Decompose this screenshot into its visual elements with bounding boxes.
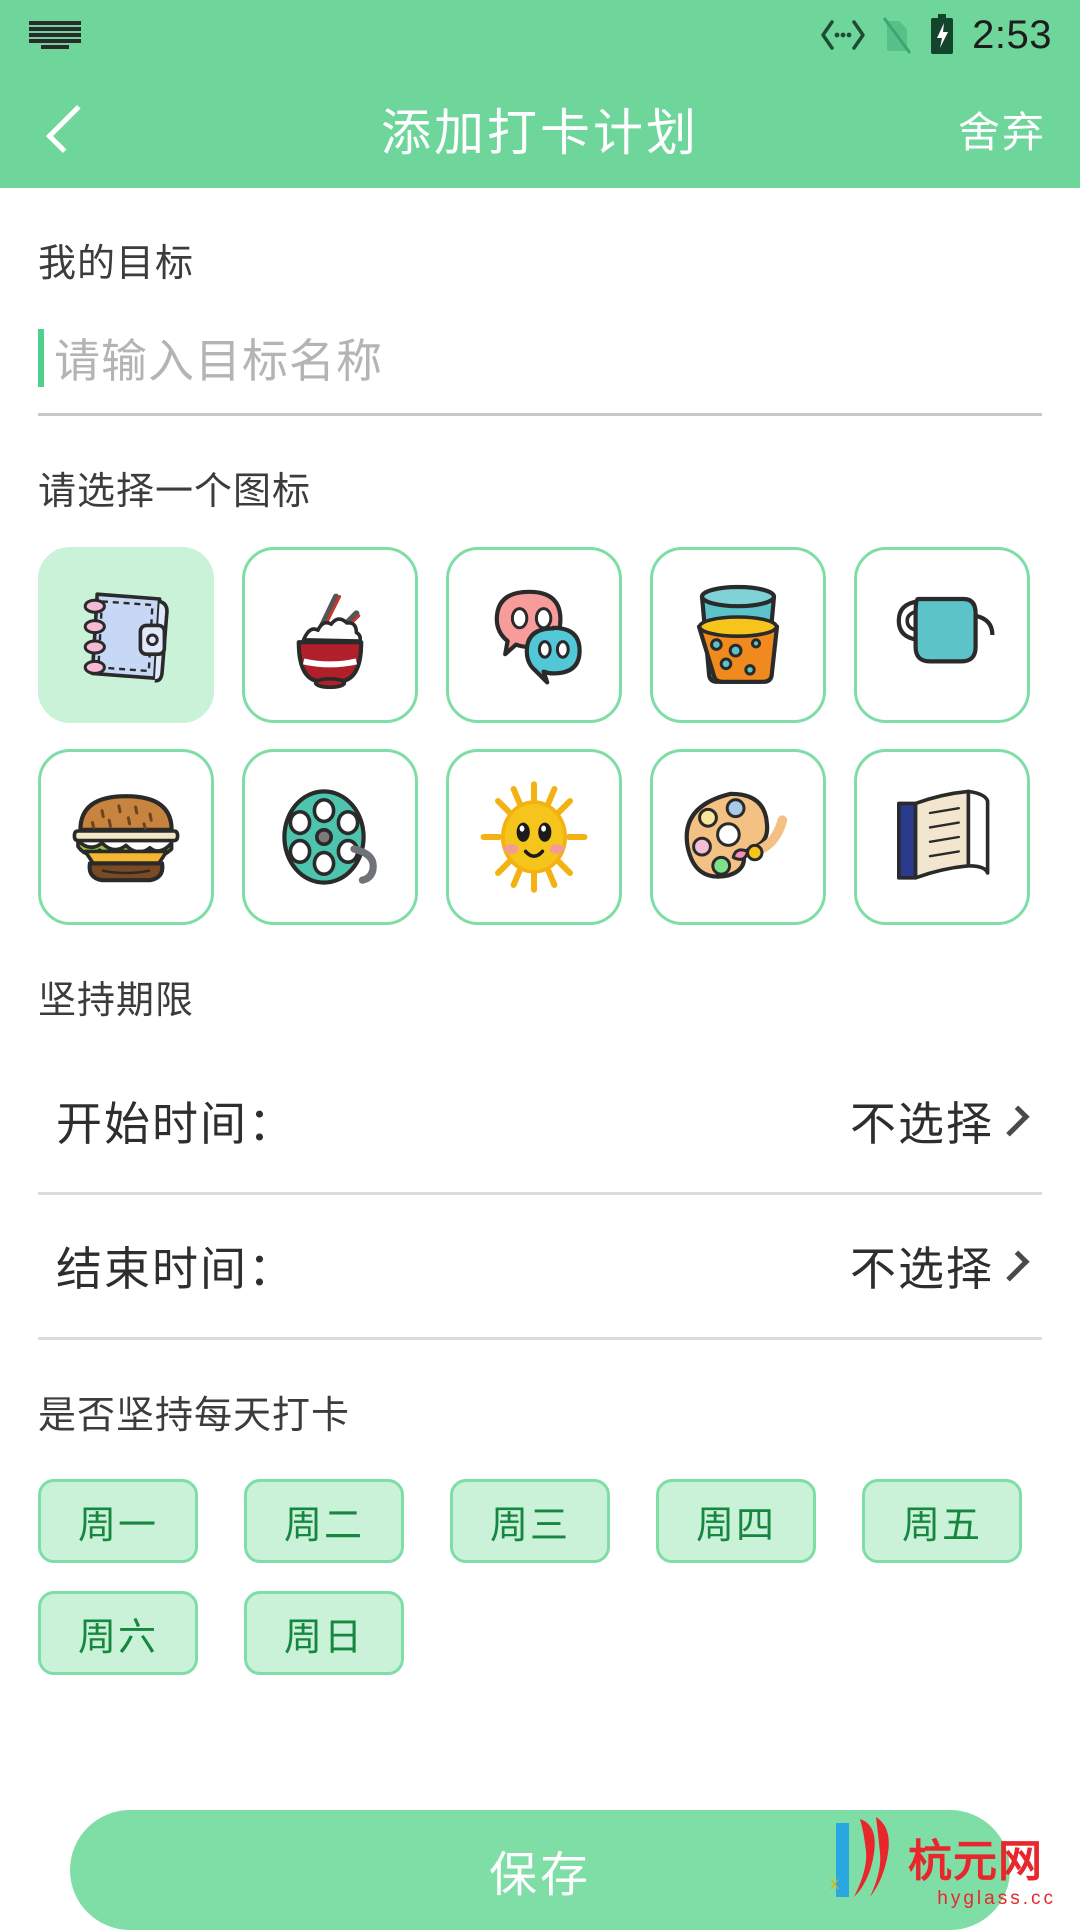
icon-option-rice-bowl[interactable] [242, 547, 418, 723]
chat-bubbles-icon [494, 589, 582, 685]
app-bar: 添加打卡计划 舍弃 [0, 70, 1080, 188]
no-sim-icon [882, 17, 912, 54]
back-button[interactable] [34, 98, 96, 160]
status-bar-right: 2:53 [820, 13, 1052, 58]
weekday-chip-mon[interactable]: 周一 [38, 1479, 198, 1563]
start-time-value-wrap: 不选择 [850, 1088, 1030, 1154]
open-book-icon [897, 789, 990, 880]
status-bar-clock: 2:53 [972, 12, 1052, 57]
weekday-chip-thu[interactable]: 周四 [656, 1479, 816, 1563]
sun-icon [480, 781, 588, 893]
goal-input-field[interactable]: 请输入目标名称 [38, 325, 1042, 416]
chevron-right-icon [998, 1105, 1030, 1137]
icon-option-paint-palette[interactable] [650, 749, 826, 925]
text-caret [38, 329, 44, 387]
weekday-section-label: 是否坚持每天打卡 [38, 1395, 351, 1437]
weekday-chip-sat[interactable]: 周六 [38, 1591, 198, 1675]
status-bar: 2:53 [0, 0, 1080, 70]
icon-section-label: 请选择一个图标 [38, 471, 312, 513]
keyboard-icon [29, 21, 81, 49]
film-reel-icon [282, 789, 377, 885]
start-time-value: 不选择 [850, 1098, 994, 1150]
weekday-chip-sun[interactable]: 周日 [244, 1591, 404, 1675]
icon-option-hamburger[interactable] [38, 749, 214, 925]
discard-button[interactable]: 舍弃 [958, 99, 1046, 160]
icon-option-teapot[interactable] [854, 547, 1030, 723]
juice-glass-icon [696, 584, 780, 684]
duration-section-label: 坚持期限 [38, 980, 195, 1022]
hamburger-icon [72, 794, 180, 883]
start-time-row[interactable]: 开始时间： 不选择 [38, 1050, 1042, 1195]
rice-bowl-icon [296, 593, 364, 689]
end-time-label: 结束时间： [56, 1243, 296, 1295]
data-transfer-icon [821, 20, 865, 50]
goal-input-wrap: 请输入目标名称 [38, 325, 1042, 391]
end-time-row[interactable]: 结束时间： 不选择 [38, 1195, 1042, 1340]
end-time-value: 不选择 [850, 1243, 994, 1295]
icon-grid-row [38, 749, 1042, 925]
icon-option-notebook[interactable] [38, 547, 214, 723]
duration-list: 开始时间： 不选择 结束时间： 不选择 [38, 1050, 1042, 1340]
icon-grid-row [38, 547, 1042, 723]
status-bar-left [28, 18, 82, 52]
weekday-chip-wed[interactable]: 周三 [450, 1479, 610, 1563]
weekday-chip-group: 周一 周二 周三 周四 周五 周六 周日 [38, 1479, 1042, 1703]
back-chevron-icon [45, 104, 95, 154]
icon-option-open-book[interactable] [854, 749, 1030, 925]
paint-palette-icon [684, 791, 788, 879]
battery-charging-icon [931, 14, 954, 54]
icon-option-film-reel[interactable] [242, 749, 418, 925]
icon-option-juice-glass[interactable] [650, 547, 826, 723]
save-button[interactable]: 保存 [70, 1810, 1010, 1930]
notebook-icon [83, 592, 169, 683]
teapot-icon [896, 596, 995, 664]
icon-option-sun[interactable] [446, 749, 622, 925]
icon-option-chat-bubbles[interactable] [446, 547, 622, 723]
weekday-chip-tue[interactable]: 周二 [244, 1479, 404, 1563]
chevron-right-icon [998, 1250, 1030, 1282]
weekday-chip-fri[interactable]: 周五 [862, 1479, 1022, 1563]
goal-section-label: 我的目标 [38, 243, 195, 285]
main-content: 我的目标 请输入目标名称 请选择一个图标 坚持期限 开始时间： 不选择 结束时间… [0, 232, 1080, 1703]
icon-grid [38, 547, 1042, 925]
start-time-label: 开始时间： [56, 1098, 296, 1150]
end-time-value-wrap: 不选择 [850, 1233, 1030, 1299]
page-title: 添加打卡计划 [381, 105, 699, 161]
goal-input-placeholder: 请输入目标名称 [54, 335, 383, 387]
